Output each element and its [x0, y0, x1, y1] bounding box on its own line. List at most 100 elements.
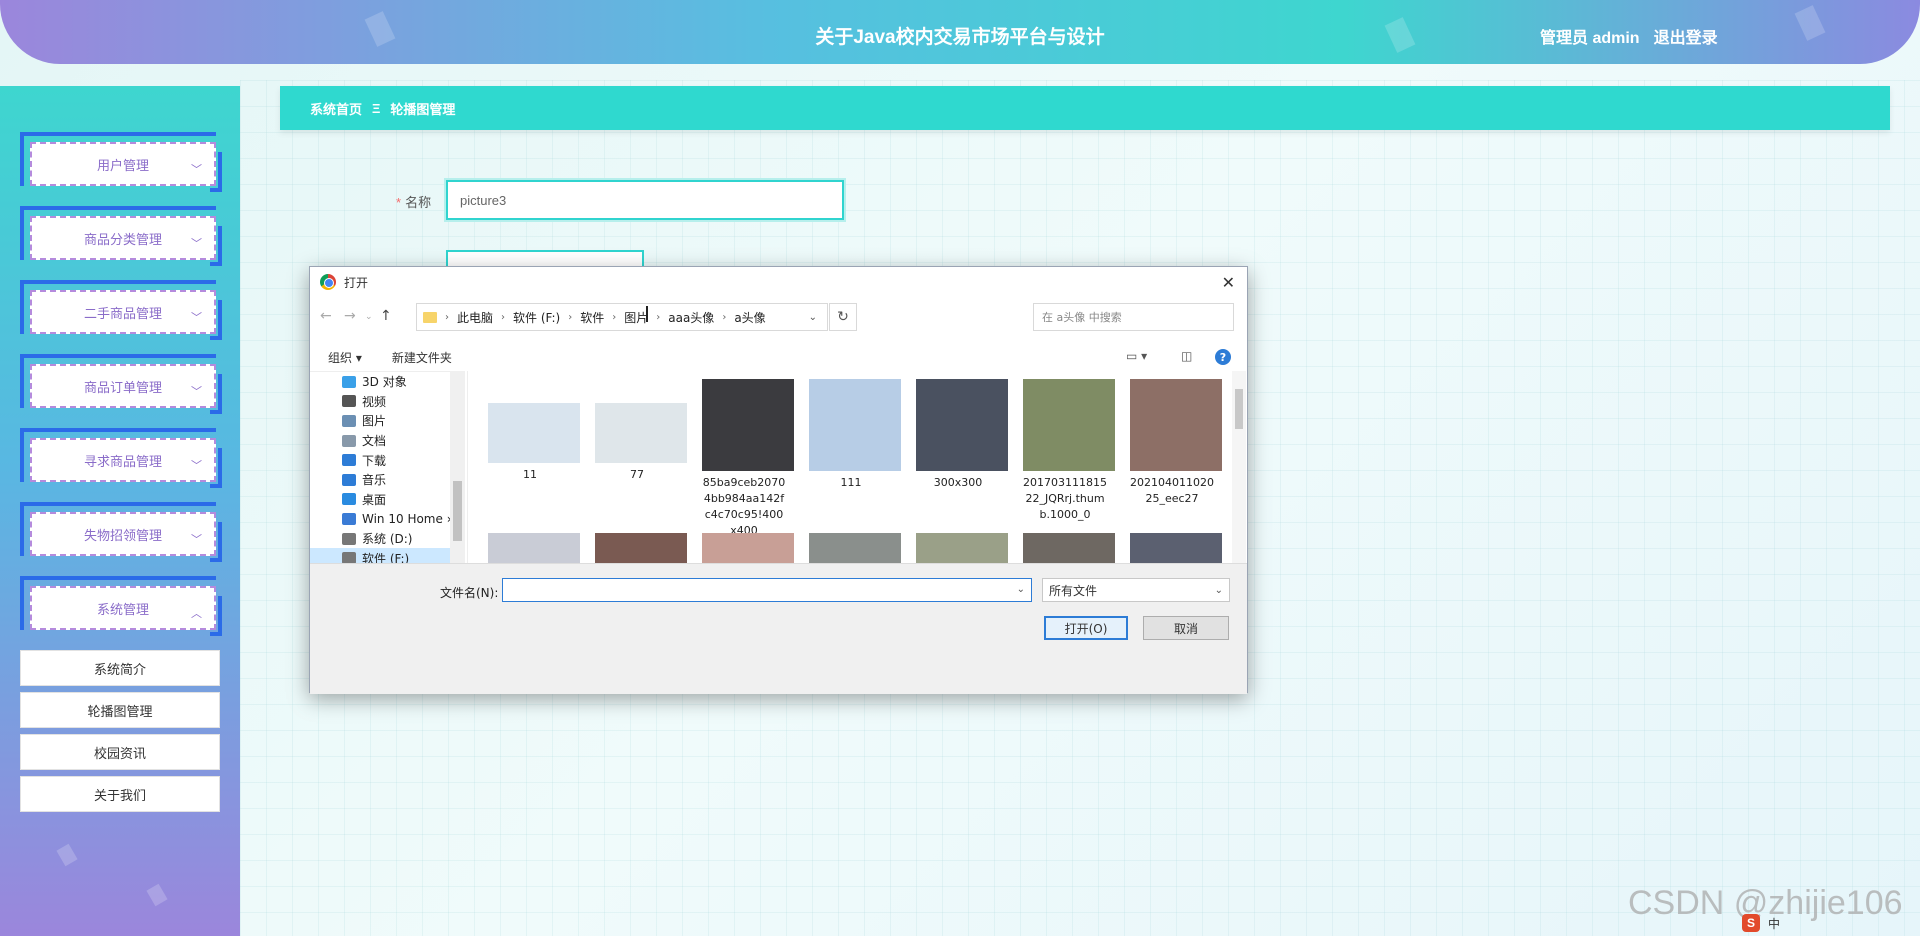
image-thumbnail [809, 533, 901, 563]
sidebar-submenu-item[interactable]: 校园资讯 [20, 734, 220, 770]
ime-mode[interactable]: 中 [1768, 915, 1780, 932]
file-item[interactable] [1130, 533, 1222, 563]
preview-pane-icon[interactable]: ◫ [1181, 349, 1192, 363]
chevron-down-icon: ﹀ [191, 312, 202, 324]
tree-item[interactable]: 下载 [310, 450, 465, 470]
image-thumbnail [916, 379, 1008, 471]
folder-icon [342, 395, 356, 408]
new-folder-button[interactable]: 新建文件夹 [392, 349, 452, 366]
tree-item[interactable]: 视频 [310, 392, 465, 412]
path-segment[interactable]: 图片 [624, 309, 648, 326]
sidebar-submenu-item[interactable]: 系统简介 [20, 650, 220, 686]
dialog-titlebar: 打开 ✕ [310, 267, 1247, 297]
refresh-icon[interactable]: ↻ [829, 303, 857, 331]
file-item[interactable] [1023, 533, 1115, 563]
file-item[interactable]: 300x300 [916, 379, 1008, 491]
image-thumbnail [595, 533, 687, 563]
up-arrow-icon[interactable]: ↑ [380, 308, 392, 324]
search-input[interactable]: 在 a头像 中搜索 [1033, 303, 1234, 331]
cancel-button[interactable]: 取消 [1143, 616, 1229, 640]
file-item[interactable] [488, 533, 580, 563]
help-icon[interactable]: ? [1215, 349, 1231, 365]
chevron-down-icon[interactable]: ⌄ [1017, 584, 1025, 595]
path-separator-icon[interactable]: › [722, 312, 726, 323]
chevron-down-icon: ⌄ [1214, 584, 1223, 596]
sidebar-menu-label: 商品分类管理 [83, 231, 162, 247]
file-item[interactable] [916, 533, 1008, 563]
path-separator-icon[interactable]: › [568, 312, 572, 323]
file-item[interactable] [595, 533, 687, 563]
open-button[interactable]: 打开(O) [1044, 616, 1128, 640]
path-segment[interactable]: 软件 [580, 309, 604, 326]
sidebar-submenu-item[interactable]: 轮播图管理 [20, 692, 220, 728]
tree-item[interactable]: Win 10 Home › [310, 509, 465, 529]
image-thumbnail [1130, 533, 1222, 563]
recent-dropdown-icon[interactable]: ⌄ [365, 312, 373, 322]
file-grid-scrollbar[interactable] [1232, 371, 1246, 563]
user-area: 管理员 admin 退出登录 [1540, 24, 1718, 48]
file-item[interactable]: 111 [809, 379, 901, 491]
path-separator-icon[interactable]: › [656, 312, 660, 323]
breadcrumb: 系统首页 Ξ 轮播图管理 [280, 86, 1890, 130]
sogou-logo-icon[interactable]: S [1742, 914, 1760, 932]
path-segment[interactable]: 此电脑 [457, 309, 493, 326]
tree-item[interactable]: 图片 [310, 411, 465, 431]
path-separator-icon[interactable]: › [612, 312, 616, 323]
file-item[interactable] [809, 533, 901, 563]
sidebar-submenu-item[interactable]: 关于我们 [20, 776, 220, 812]
forward-arrow-icon[interactable]: → [344, 308, 356, 324]
sidebar-menu-item[interactable]: 商品订单管理 ﹀ [20, 354, 222, 414]
file-name: 11 [523, 468, 537, 481]
folder-icon [342, 375, 356, 388]
path-separator-icon[interactable]: › [501, 312, 505, 323]
breadcrumb-separator: Ξ [372, 100, 381, 116]
file-item[interactable]: 77 [595, 379, 687, 483]
name-field-label: * 名称 [396, 195, 432, 210]
tree-item[interactable]: 3D 对象 [310, 372, 465, 392]
filename-input[interactable]: ⌄ [502, 578, 1032, 602]
view-options-icon[interactable]: ▭ ▾ [1126, 349, 1147, 363]
sidebar-menu-item[interactable]: 失物招领管理 ﹀ [20, 502, 222, 562]
file-item[interactable] [702, 533, 794, 563]
tree-scrollbar[interactable] [450, 371, 465, 563]
sidebar-menu-item[interactable]: 商品分类管理 ﹀ [20, 206, 222, 266]
path-separator-icon[interactable]: › [445, 312, 449, 323]
admin-user-label: 管理员 admin [1540, 30, 1640, 47]
image-thumbnail [1130, 379, 1222, 471]
file-item[interactable]: 20210401102025_eec27 [1130, 379, 1222, 507]
file-item[interactable]: 20170311181522_JQRrj.thumb.1000_0 [1023, 379, 1115, 523]
tree-item[interactable]: 桌面 [310, 490, 465, 510]
chevron-down-icon: ﹀ [191, 534, 202, 546]
path-segment[interactable]: a头像 [734, 309, 765, 326]
sidebar-menu-item[interactable]: 二手商品管理 ﹀ [20, 280, 222, 340]
tree-item[interactable]: 系统 (D:) [310, 529, 465, 549]
folder-icon [423, 311, 437, 323]
image-thumbnail [1023, 379, 1115, 471]
name-input[interactable]: picture3 [444, 178, 846, 222]
tree-item-label: 下载 [362, 453, 387, 468]
tree-item[interactable]: 音乐 [310, 470, 465, 490]
filetype-select[interactable]: 所有文件 ⌄ [1042, 578, 1230, 602]
chevron-down-icon[interactable]: ⌄ [809, 312, 817, 323]
organize-menu[interactable]: 组织 ▾ [328, 349, 362, 366]
tree-item[interactable]: 文档 [310, 431, 465, 451]
file-item[interactable]: 11 [488, 379, 580, 483]
image-thumbnail [1023, 533, 1115, 563]
image-thumbnail [809, 379, 901, 471]
breadcrumb-home[interactable]: 系统首页 [310, 99, 362, 118]
back-arrow-icon[interactable]: ← [320, 308, 332, 324]
logout-link[interactable]: 退出登录 [1654, 24, 1718, 48]
close-icon[interactable]: ✕ [1222, 273, 1235, 292]
address-bar[interactable]: › 此电脑 › 软件 (F:) › 软件 › 图片 › aaa头像 › a头像 ⌄ [416, 303, 828, 331]
path-segment[interactable]: 软件 (F:) [513, 309, 560, 326]
path-segment[interactable]: aaa头像 [668, 309, 714, 326]
sidebar-menu-item[interactable]: 系统管理 ︿ [20, 576, 222, 636]
file-item[interactable]: 85ba9ceb20704bb984aa142fc4c70c95!400x400 [702, 379, 794, 539]
tree-item-label: 视频 [362, 394, 387, 409]
file-name: 300x300 [933, 476, 983, 489]
image-thumbnail [702, 379, 794, 471]
file-name: 85ba9ceb20704bb984aa142fc4c70c95!400x400 [702, 476, 786, 537]
sidebar-menu-item[interactable]: 用户管理 ﹀ [20, 132, 222, 192]
sidebar-menu-item[interactable]: 寻求商品管理 ﹀ [20, 428, 222, 488]
sidebar-menu-label: 二手商品管理 [83, 305, 162, 321]
